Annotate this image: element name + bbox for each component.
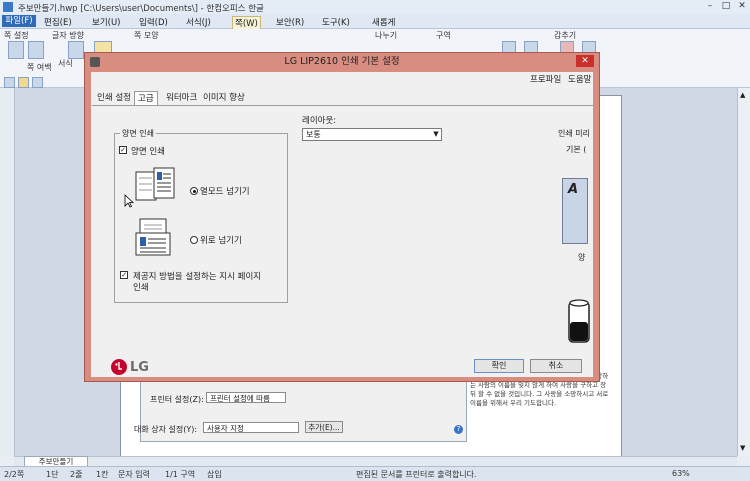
menu-new[interactable]: 새롭게 (372, 16, 395, 28)
long-edge-label: 열모드 넘기기 (200, 187, 250, 197)
layout-label: 레이아웃: (302, 116, 337, 126)
mouse-pointer-icon (124, 194, 134, 208)
status-section: 1/1 구역 (165, 470, 196, 479)
save-icon[interactable] (32, 77, 43, 88)
new-doc-icon[interactable] (4, 77, 15, 88)
menu-file[interactable]: 파일(F) (2, 15, 36, 27)
chevron-down-icon[interactable]: ▼ (431, 129, 441, 140)
menu-tools[interactable]: 도구(K) (322, 16, 350, 28)
preview-sub-label: 기본 ( (566, 145, 587, 154)
ribbon-group-break: 나누기 (375, 31, 398, 40)
toner-icon (568, 299, 590, 343)
tab-print-settings[interactable]: 인쇄 설정 (94, 91, 134, 105)
close-icon[interactable]: ✕ (735, 1, 749, 12)
skip-blank-label-line2: 인쇄 (133, 283, 149, 293)
status-bar: 2/2쪽 1단 2줄 1칸 문자 입력 1/1 구역 삽입 편집된 문서를 프린… (0, 466, 750, 481)
long-edge-icon (135, 167, 175, 201)
preview-mid-label: 양 (578, 253, 586, 262)
printer-setting-label: 프린터 설정(Z): (150, 395, 204, 404)
help-icon[interactable]: ? (454, 425, 463, 434)
status-insert: 삽입 (207, 470, 222, 479)
layout-select[interactable]: 보통 (302, 128, 442, 141)
preview-page-image: A (562, 178, 588, 244)
ribbon-group-page-setup: 쪽 설정 (4, 31, 29, 40)
lg-logo-text: LG (130, 360, 149, 375)
status-message: 편집된 문서를 프린터로 출력합니다. (356, 470, 477, 479)
dialog-setting-label: 대화 상자 설정(Y): (134, 425, 198, 434)
app-title-bar: 주보만들기.hwp [C:\Users\user\Documents\] - 한… (0, 0, 750, 14)
cancel-button[interactable]: 취소 (530, 359, 582, 373)
ribbon-group-page-shape: 쪽 모양 (134, 31, 159, 40)
tab-image-enhance[interactable]: 이미지 향상 (200, 91, 248, 105)
skip-blank-checkbox[interactable]: ✓ (120, 271, 128, 279)
status-input-mode: 문자 입력 (118, 470, 150, 479)
page-setup-icon[interactable] (8, 41, 24, 59)
profile-link[interactable]: 프로파일 (530, 73, 561, 85)
skip-blank-label-line1: 제공지 방법을 설정하는 지시 페이지 (133, 272, 262, 282)
vertical-scrollbar[interactable]: ▲ ▼ (737, 88, 750, 456)
app-icon (3, 2, 13, 12)
menu-edit[interactable]: 편집(E) (44, 16, 72, 28)
status-line: 2줄 (70, 470, 83, 479)
printer-setting-select[interactable]: 프린터 설정에 따름 (206, 392, 286, 403)
maximize-icon[interactable]: □ (719, 1, 733, 12)
status-column: 1단 (46, 470, 59, 479)
scroll-up-icon[interactable]: ▲ (740, 91, 745, 99)
preview-letter-a-icon: A (568, 182, 579, 197)
tab-watermark[interactable]: 워터마크 (163, 91, 201, 105)
page-margin-icon[interactable] (28, 41, 44, 59)
ok-button[interactable]: 확인 (474, 359, 524, 373)
scroll-down-icon[interactable]: ▼ (740, 444, 745, 452)
help-link[interactable]: 도움말 (568, 73, 591, 85)
zoom-level[interactable]: 63% (672, 469, 690, 478)
menu-page[interactable]: 쪽(W) (232, 16, 261, 30)
duplex-checkbox-label: 양면 인쇄 (131, 147, 165, 157)
ribbon-group-section: 구역 (436, 31, 451, 40)
ribbon-group-hide: 감추기 (554, 31, 577, 40)
ribbon-item-margin[interactable]: 쪽 여백 (27, 62, 52, 73)
short-edge-icon (135, 218, 171, 256)
tab-divider (92, 105, 594, 106)
short-edge-label: 위로 넘기기 (200, 236, 242, 246)
open-folder-icon[interactable] (18, 77, 29, 88)
dialog-close-button[interactable]: ✕ (576, 55, 594, 67)
ribbon-item-format[interactable]: 서식 (58, 58, 73, 69)
app-title: 주보만들기.hwp [C:\Users\user\Documents\] - 한… (18, 4, 264, 14)
preview-label: 인쇄 미리 (558, 129, 590, 138)
menu-view[interactable]: 보기(U) (92, 16, 121, 28)
duplex-group-title: 양면 인쇄 (120, 128, 156, 139)
dialog-setting-select[interactable]: 사용자 지정 (203, 422, 299, 433)
vertical-ruler (0, 88, 15, 456)
menu-format[interactable]: 서식(J) (186, 16, 211, 28)
ribbon-group-text-direction: 글자 방향 (52, 31, 84, 40)
dialog-title: LG LIP2610 인쇄 기본 설정 (284, 56, 400, 67)
tab-advanced[interactable]: 고급 (134, 91, 158, 106)
status-page: 2/2쪽 (4, 470, 25, 479)
minimize-icon[interactable]: – (703, 1, 717, 12)
menu-insert[interactable]: 입력(D) (139, 16, 168, 28)
add-button[interactable]: 추가(E)... (305, 421, 343, 433)
status-char: 1칸 (96, 470, 109, 479)
long-edge-radio[interactable] (190, 187, 198, 195)
short-edge-radio[interactable] (190, 236, 198, 244)
text-direction-icon[interactable] (68, 41, 84, 59)
duplex-checkbox[interactable]: ✓ (119, 146, 127, 154)
menu-security[interactable]: 보안(R) (276, 16, 304, 28)
